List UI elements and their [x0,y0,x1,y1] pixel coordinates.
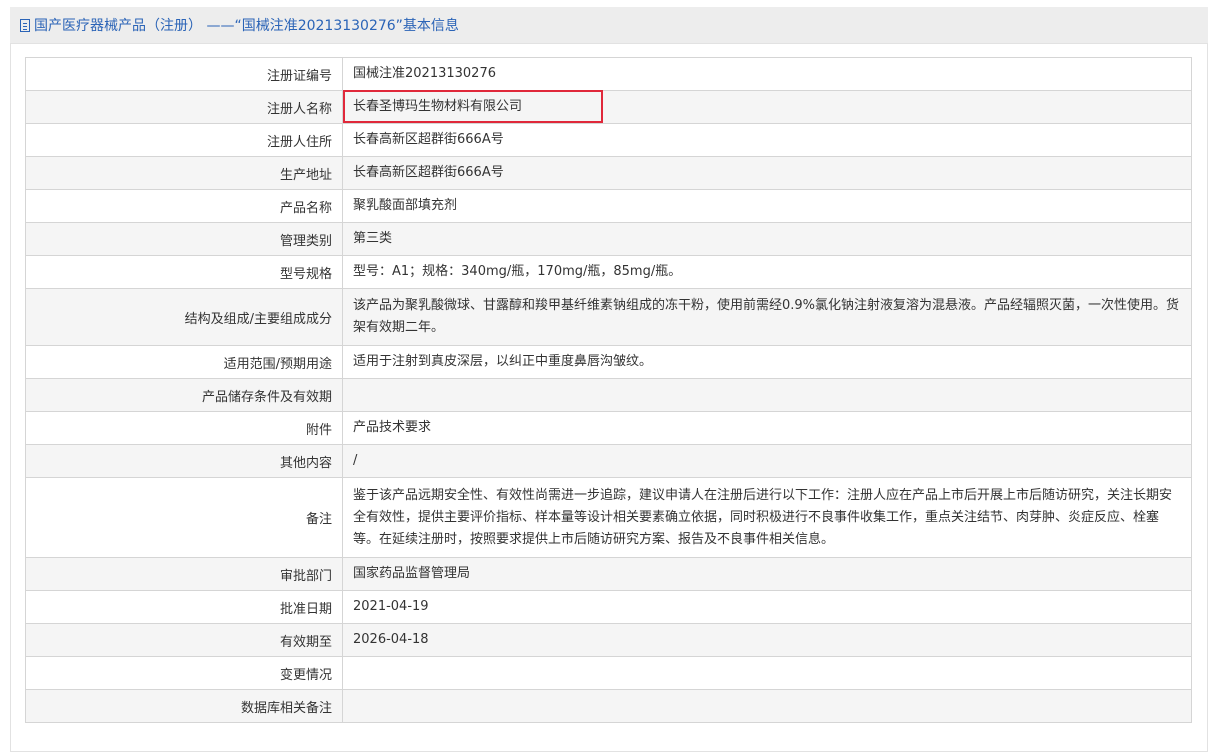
page-header: 国产医疗器械产品（注册） ——“国械注准20213130276”基本信息 [10,7,1208,43]
row-value: 长春高新区超群街666A号 [342,156,1192,190]
table-row: 型号规格 型号：A1；规格：340mg/瓶，170mg/瓶，85mg/瓶。 [25,255,1192,289]
row-value: 第三类 [342,222,1192,256]
row-label: 附件 [25,411,343,445]
row-label: 备注 [25,477,343,558]
table-row: 产品储存条件及有效期 [25,378,1192,412]
row-label: 批准日期 [25,590,343,624]
page-title: 国产医疗器械产品（注册） ——“国械注准20213130276”基本信息 [34,18,459,34]
row-label: 产品名称 [25,189,343,223]
row-label: 产品储存条件及有效期 [25,378,343,412]
table-row: 附件 产品技术要求 [25,411,1192,445]
table-row: 备注 鉴于该产品远期安全性、有效性尚需进一步追踪，建议申请人在注册后进行以下工作… [25,477,1192,558]
row-label: 其他内容 [25,444,343,478]
table-row: 审批部门 国家药品监督管理局 [25,557,1192,591]
row-value: 适用于注射到真皮深层，以纠正中重度鼻唇沟皱纹。 [342,345,1192,379]
table-row: 结构及组成/主要组成成分 该产品为聚乳酸微球、甘露醇和羧甲基纤维素钠组成的冻干粉… [25,288,1192,346]
table-row: 适用范围/预期用途 适用于注射到真皮深层，以纠正中重度鼻唇沟皱纹。 [25,345,1192,379]
row-label: 生产地址 [25,156,343,190]
table-row: 注册人住所 长春高新区超群街666A号 [25,123,1192,157]
row-label: 注册证编号 [25,57,343,91]
row-value: 聚乳酸面部填充剂 [342,189,1192,223]
row-value: 长春高新区超群街666A号 [342,123,1192,157]
table-row: 注册人名称 长春圣博玛生物材料有限公司 [25,90,1192,124]
row-value: 型号：A1；规格：340mg/瓶，170mg/瓶，85mg/瓶。 [342,255,1192,289]
row-value: 长春圣博玛生物材料有限公司 [342,90,1192,124]
row-value: / [342,444,1192,478]
row-label: 审批部门 [25,557,343,591]
table-row: 注册证编号 国械注准20213130276 [25,57,1192,91]
row-label: 管理类别 [25,222,343,256]
row-value [342,378,1192,412]
row-label: 注册人名称 [25,90,343,124]
table-row: 批准日期 2021-04-19 [25,590,1192,624]
row-value [342,689,1192,723]
row-value: 鉴于该产品远期安全性、有效性尚需进一步追踪，建议申请人在注册后进行以下工作：注册… [342,477,1192,558]
row-label: 型号规格 [25,255,343,289]
row-value [342,656,1192,690]
table-row: 数据库相关备注 [25,689,1192,723]
row-value: 2021-04-19 [342,590,1192,624]
row-value: 2026-04-18 [342,623,1192,657]
row-label: 有效期至 [25,623,343,657]
row-value: 该产品为聚乳酸微球、甘露醇和羧甲基纤维素钠组成的冻干粉，使用前需经0.9%氯化钠… [342,288,1192,346]
row-label: 结构及组成/主要组成成分 [25,288,343,346]
row-label: 注册人住所 [25,123,343,157]
row-label: 数据库相关备注 [25,689,343,723]
info-table: 注册证编号 国械注准20213130276 注册人名称 长春圣博玛生物材料有限公… [25,57,1192,723]
table-row: 有效期至 2026-04-18 [25,623,1192,657]
table-row: 其他内容 / [25,444,1192,478]
row-value: 国家药品监督管理局 [342,557,1192,591]
row-label: 变更情况 [25,656,343,690]
row-value: 产品技术要求 [342,411,1192,445]
row-value: 国械注准20213130276 [342,57,1192,91]
row-label: 适用范围/预期用途 [25,345,343,379]
document-icon [20,18,30,32]
table-row: 生产地址 长春高新区超群街666A号 [25,156,1192,190]
table-row: 产品名称 聚乳酸面部填充剂 [25,189,1192,223]
table-row: 管理类别 第三类 [25,222,1192,256]
table-row: 变更情况 [25,656,1192,690]
